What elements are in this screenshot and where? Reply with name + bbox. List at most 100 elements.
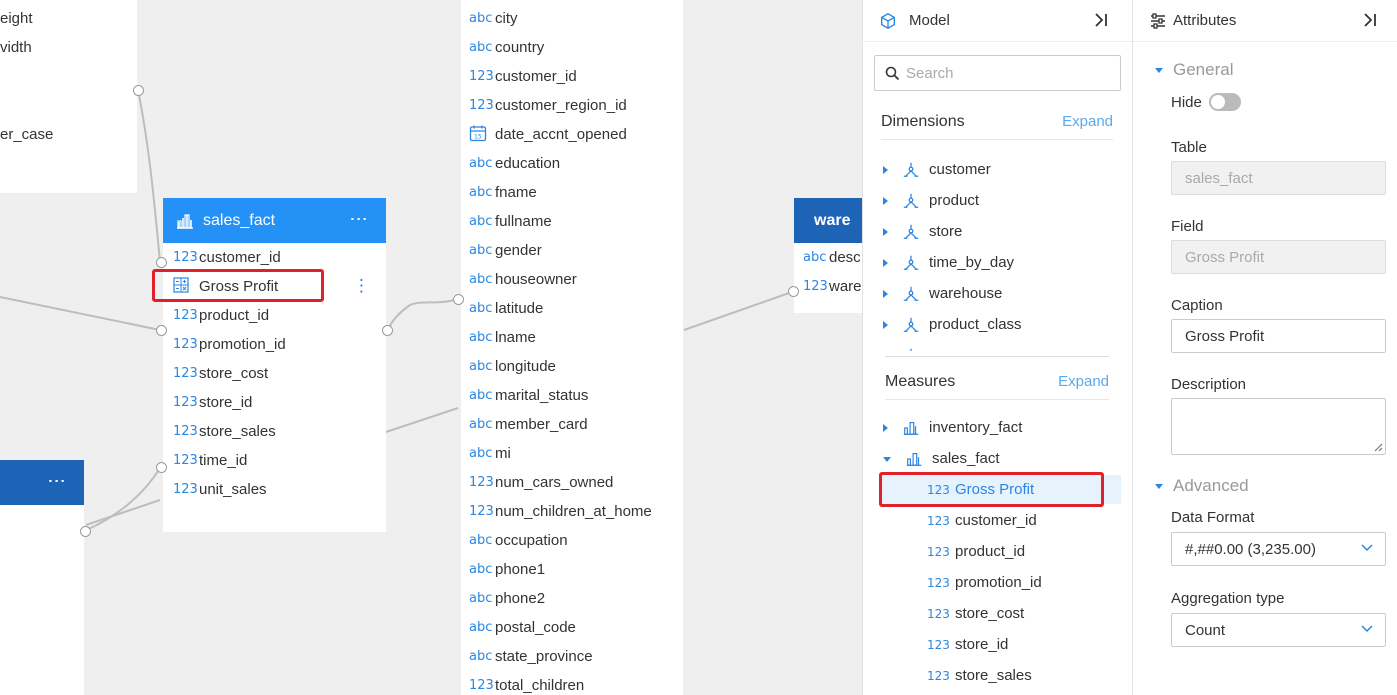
- link-handle[interactable]: [788, 286, 799, 297]
- measure-item[interactable]: 123 store_sales: [881, 661, 1121, 690]
- field-row[interactable]: abc gender: [469, 236, 681, 265]
- link-handle[interactable]: [80, 526, 91, 537]
- caret-right-icon: [883, 165, 888, 174]
- number-type-icon: 123: [927, 668, 950, 683]
- dimension-item[interactable]: store: [881, 217, 1121, 246]
- field-row[interactable]: abc phone1: [469, 555, 681, 584]
- field-row[interactable]: 123 store_cost: [173, 359, 378, 388]
- field-row[interactable]: abc fullname: [469, 207, 681, 236]
- measure-item[interactable]: 123 store_cost: [881, 599, 1121, 628]
- field-row[interactable]: abc desc: [803, 243, 862, 272]
- measure-group-item[interactable]: inventory_fact: [881, 413, 1121, 442]
- dimension-item[interactable]: product: [881, 186, 1121, 215]
- model-canvas[interactable]: eight vidth er_case ⋮ sales_fact ⋮ 123 cu…: [0, 0, 862, 695]
- field-row[interactable]: abc mi: [469, 439, 681, 468]
- field-row[interactable]: abc member_card: [469, 410, 681, 439]
- field-row[interactable]: abc marital_status: [469, 381, 681, 410]
- more-options-icon[interactable]: ⋮: [349, 210, 369, 228]
- field-row[interactable]: abc phone2: [469, 584, 681, 613]
- caption-value: Gross Profit: [1185, 327, 1265, 345]
- measure-item[interactable]: 123 store_id: [881, 630, 1121, 659]
- field-name: promotion_id: [199, 336, 286, 353]
- text-type-icon: abc: [469, 649, 493, 664]
- expand-measures-link[interactable]: Expand: [1058, 373, 1109, 390]
- caret-right-icon: [883, 196, 888, 205]
- measure-group-item[interactable]: sales_fact: [881, 444, 1121, 473]
- field-row[interactable]: abc occupation: [469, 526, 681, 555]
- field-row[interactable]: 123 promotion_id: [173, 330, 378, 359]
- hide-toggle[interactable]: [1209, 93, 1241, 111]
- field-row[interactable]: abc education: [469, 149, 681, 178]
- expand-dimensions-link[interactable]: Expand: [1062, 113, 1113, 130]
- link-handle[interactable]: [156, 462, 167, 473]
- dimension-item[interactable]: warehouse: [881, 279, 1121, 308]
- field-row[interactable]: 123 store_sales: [173, 417, 378, 446]
- field-row[interactable]: abc postal_code: [469, 613, 681, 642]
- field-row[interactable]: 123 product_id: [173, 301, 378, 330]
- field-row[interactable]: 123 store_id: [173, 388, 378, 417]
- field-name: unit_sales: [199, 481, 267, 498]
- field-row[interactable]: er_case: [0, 120, 53, 149]
- field-row[interactable]: 123 total_children: [469, 671, 681, 695]
- description-textarea[interactable]: [1171, 398, 1386, 455]
- selected-field-highlight: [152, 269, 324, 302]
- resize-handle-icon[interactable]: [1373, 442, 1383, 452]
- caption-label: Caption: [1171, 297, 1223, 314]
- customer-table-card[interactable]: abc city abc country 123 customer_id 123 custom…: [461, 0, 683, 695]
- dimension-item[interactable]: time_by_day: [881, 248, 1121, 277]
- field-row[interactable]: abc fname: [469, 178, 681, 207]
- warehouse-table-card[interactable]: ware abc desc 123 ware: [794, 198, 862, 313]
- general-group-toggle[interactable]: General: [1155, 60, 1233, 80]
- field-row[interactable]: abc lname: [469, 323, 681, 352]
- link-handle[interactable]: [382, 325, 393, 336]
- dimension-item[interactable]: product_class: [881, 310, 1121, 339]
- field-row[interactable]: abc longitude: [469, 352, 681, 381]
- field-row[interactable]: 123 unit_sales: [173, 475, 378, 504]
- advanced-group-toggle[interactable]: Advanced: [1155, 476, 1249, 496]
- chevron-down-icon: [1361, 544, 1373, 552]
- link-handle[interactable]: [156, 257, 167, 268]
- search-input[interactable]: Search: [874, 55, 1121, 91]
- measure-item[interactable]: 123 customer_id: [881, 506, 1121, 535]
- table-header[interactable]: ⋮: [0, 460, 84, 505]
- data-format-select[interactable]: #,##0.00 (3,235.00): [1171, 532, 1386, 566]
- field-row[interactable]: abc country: [469, 33, 681, 62]
- field-row[interactable]: 123 customer_region_id: [469, 91, 681, 120]
- measure-item[interactable]: 123 product_id: [881, 537, 1121, 566]
- dimension-icon: [902, 285, 920, 303]
- field-row[interactable]: 15 date_accnt_opened: [469, 120, 681, 149]
- table-value: sales_fact: [1185, 169, 1253, 187]
- caption-input[interactable]: Gross Profit: [1171, 319, 1386, 353]
- dimension-item[interactable]: customer: [881, 155, 1121, 184]
- field-row[interactable]: eight: [0, 4, 33, 33]
- link-handle[interactable]: [453, 294, 464, 305]
- field-name: customer_id: [199, 249, 281, 266]
- field-row[interactable]: abc latitude: [469, 294, 681, 323]
- field-row[interactable]: abc city: [469, 4, 681, 33]
- field-name: num_cars_owned: [495, 474, 614, 491]
- field-row[interactable]: 123 num_children_at_home: [469, 497, 681, 526]
- measure-item[interactable]: 123 promotion_id: [881, 568, 1121, 597]
- field-row[interactable]: 123 time_id: [173, 446, 378, 475]
- link-handle[interactable]: [156, 325, 167, 336]
- field-row[interactable]: abc state_province: [469, 642, 681, 671]
- field-row[interactable]: 123 ware: [803, 272, 862, 301]
- collapse-panel-icon[interactable]: [1094, 12, 1108, 28]
- aggregation-type-select[interactable]: Count: [1171, 613, 1386, 647]
- number-type-icon: 123: [173, 482, 198, 497]
- link-handle[interactable]: [133, 85, 144, 96]
- table-header[interactable]: ware: [794, 198, 862, 243]
- more-options-icon[interactable]: ⋮: [47, 472, 67, 490]
- field-more-options-icon[interactable]: ⋮: [353, 276, 370, 296]
- field-row[interactable]: 123 customer_id: [469, 62, 681, 91]
- field-row[interactable]: 123 num_cars_owned: [469, 468, 681, 497]
- field-row[interactable]: vidth: [0, 33, 32, 62]
- field-row[interactable]: abc houseowner: [469, 265, 681, 294]
- collapse-panel-icon[interactable]: [1363, 12, 1377, 28]
- sales-fact-table-card[interactable]: sales_fact ⋮ 123 customer_id Gross Profit 1…: [163, 198, 386, 532]
- field-row[interactable]: 123 customer_id: [173, 243, 378, 272]
- number-type-icon: 123: [803, 279, 828, 294]
- dimension-item[interactable]: [881, 341, 1121, 351]
- table-header[interactable]: sales_fact ⋮: [163, 198, 386, 243]
- number-type-icon: 123: [469, 69, 494, 84]
